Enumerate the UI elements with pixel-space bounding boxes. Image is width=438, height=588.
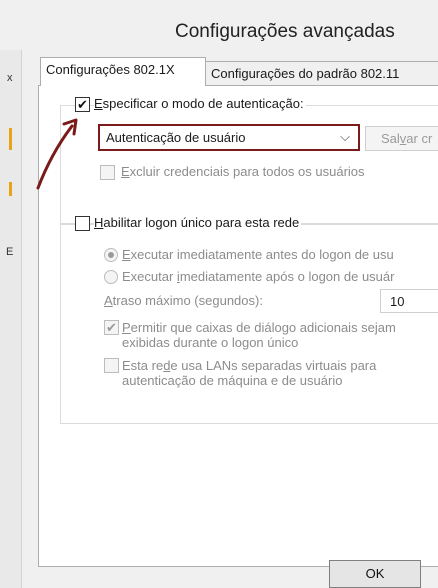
ok-button[interactable]: OK [329, 560, 421, 588]
tab-label: Configurações 802.1X [46, 62, 175, 77]
allow-dialogs-checkbox[interactable]: ✔ [104, 320, 119, 335]
sso-checkbox[interactable] [75, 216, 90, 231]
save-credentials-button[interactable]: Salvar cr [365, 126, 438, 151]
max-delay-value: 10 [390, 294, 405, 309]
auth-mode-label[interactable]: Especificar o modo de autenticação: [94, 96, 306, 111]
tab-80211-settings[interactable]: Configurações do padrão 802.11 [205, 61, 438, 87]
vlan-checkbox[interactable] [104, 358, 119, 373]
auth-mode-value: Autenticação de usuário [106, 130, 246, 145]
vlan-label[interactable]: Esta rede usa LANs separadas virtuais pa… [122, 358, 422, 388]
window-title: Configurações avançadas [175, 21, 395, 42]
sso-after-logon-label[interactable]: Executar imediatamente após o logon de u… [122, 269, 397, 284]
strip-char-e: E [6, 246, 14, 258]
auth-mode-checkbox[interactable]: ✔ [75, 97, 90, 112]
allow-dialogs-label[interactable]: Permitir que caixas de diálogo adicionai… [122, 320, 438, 350]
tab-label: Configurações do padrão 802.11 [211, 66, 400, 81]
tab-8021x-settings[interactable]: Configurações 802.1X [40, 57, 206, 86]
chevron-down-icon: ⌵ [340, 129, 350, 144]
sso-label[interactable]: Habilitar logon único para esta rede [94, 215, 302, 230]
background-window-strip: x E [0, 50, 22, 588]
strip-char-x: x [7, 72, 13, 84]
strip-marker [9, 182, 12, 196]
max-delay-label: Atraso máximo (segundos): [104, 293, 265, 308]
auth-mode-select[interactable]: Autenticação de usuário ⌵ [98, 124, 360, 151]
sso-after-logon-radio[interactable] [104, 270, 118, 284]
sso-before-logon-label[interactable]: Executar imediatamente antes do logon de… [122, 247, 396, 262]
strip-marker [9, 128, 12, 150]
check-icon: ✔ [106, 320, 117, 335]
exclude-credentials-checkbox[interactable] [100, 165, 115, 180]
check-icon: ✔ [77, 97, 88, 112]
exclude-credentials-label[interactable]: Excluir credenciais para todos os usuári… [121, 164, 367, 179]
sso-before-logon-radio[interactable] [104, 248, 118, 262]
annotation-arrow-icon [36, 118, 78, 190]
title-bar: Configurações avançadas [0, 0, 438, 50]
max-delay-input[interactable]: 10 [380, 289, 438, 313]
